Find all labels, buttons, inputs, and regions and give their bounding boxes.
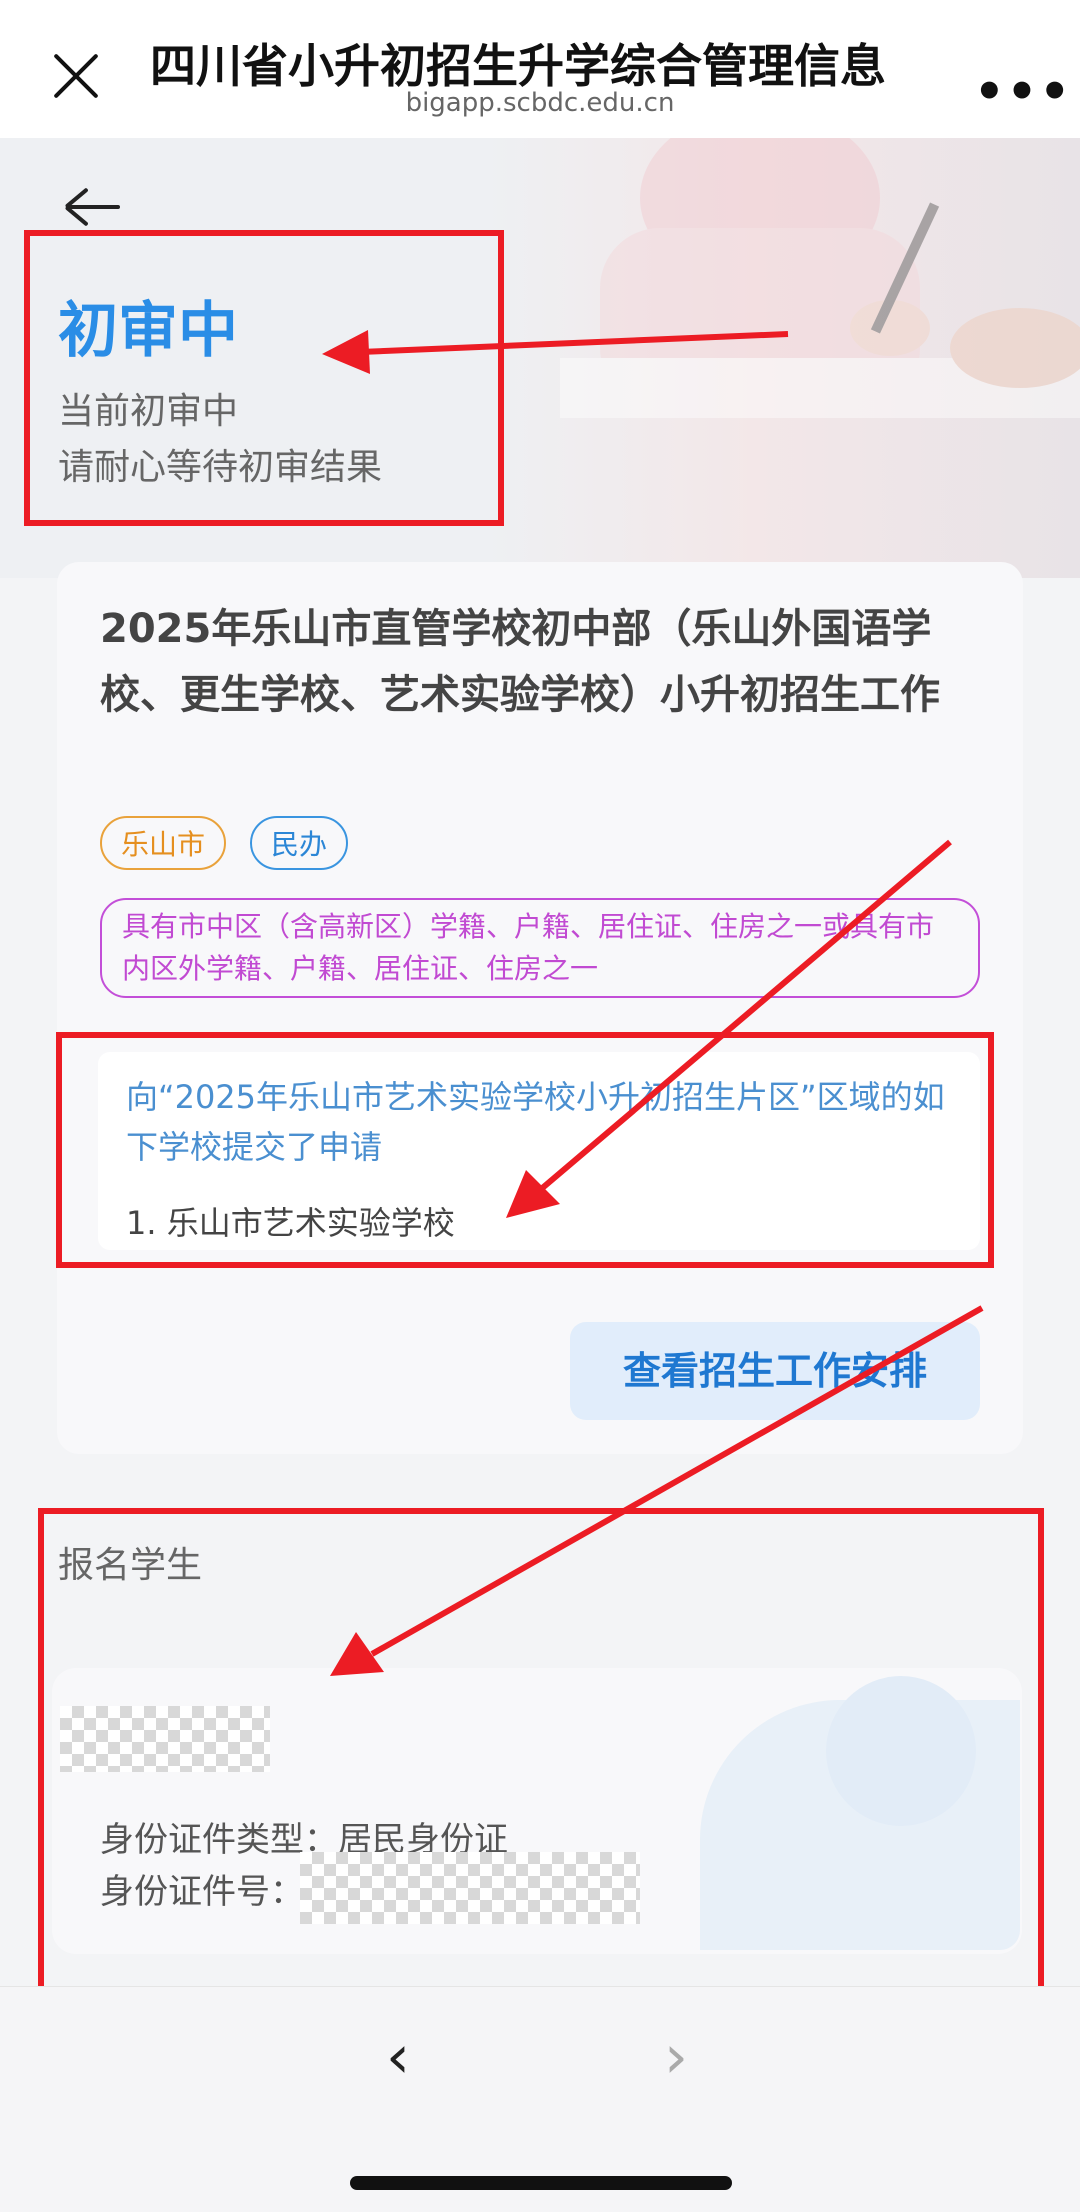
view-schedule-button[interactable]: 查看招生工作安排 xyxy=(570,1322,980,1420)
nav-forward-icon[interactable]: › xyxy=(664,2022,688,2092)
annotation-box-status xyxy=(24,230,504,526)
annotation-box-application xyxy=(56,1032,994,1268)
nav-back-icon[interactable]: ‹ xyxy=(386,2022,410,2092)
condition-tag: 具有市中区（含高新区）学籍、户籍、居住证、住房之一或具有市内区外学籍、户籍、居住… xyxy=(100,898,980,998)
annotation-box-student xyxy=(38,1508,1044,2008)
home-indicator xyxy=(350,2176,732,2190)
more-icon[interactable]: ••• xyxy=(974,64,1072,120)
url-label: bigapp.scbdc.edu.cn xyxy=(405,88,675,118)
back-arrow-icon[interactable] xyxy=(62,186,122,227)
tag-school-type: 民办 xyxy=(250,816,348,870)
tag-region: 乐山市 xyxy=(100,816,226,870)
page-title: 四川省小升初招生升学综合管理信息 xyxy=(150,39,886,93)
hero-illustration xyxy=(560,138,1080,418)
enrollment-title: 2025年乐山市直管学校初中部（乐山外国语学校、更生学校、艺术实验学校）小升初招… xyxy=(100,606,940,718)
